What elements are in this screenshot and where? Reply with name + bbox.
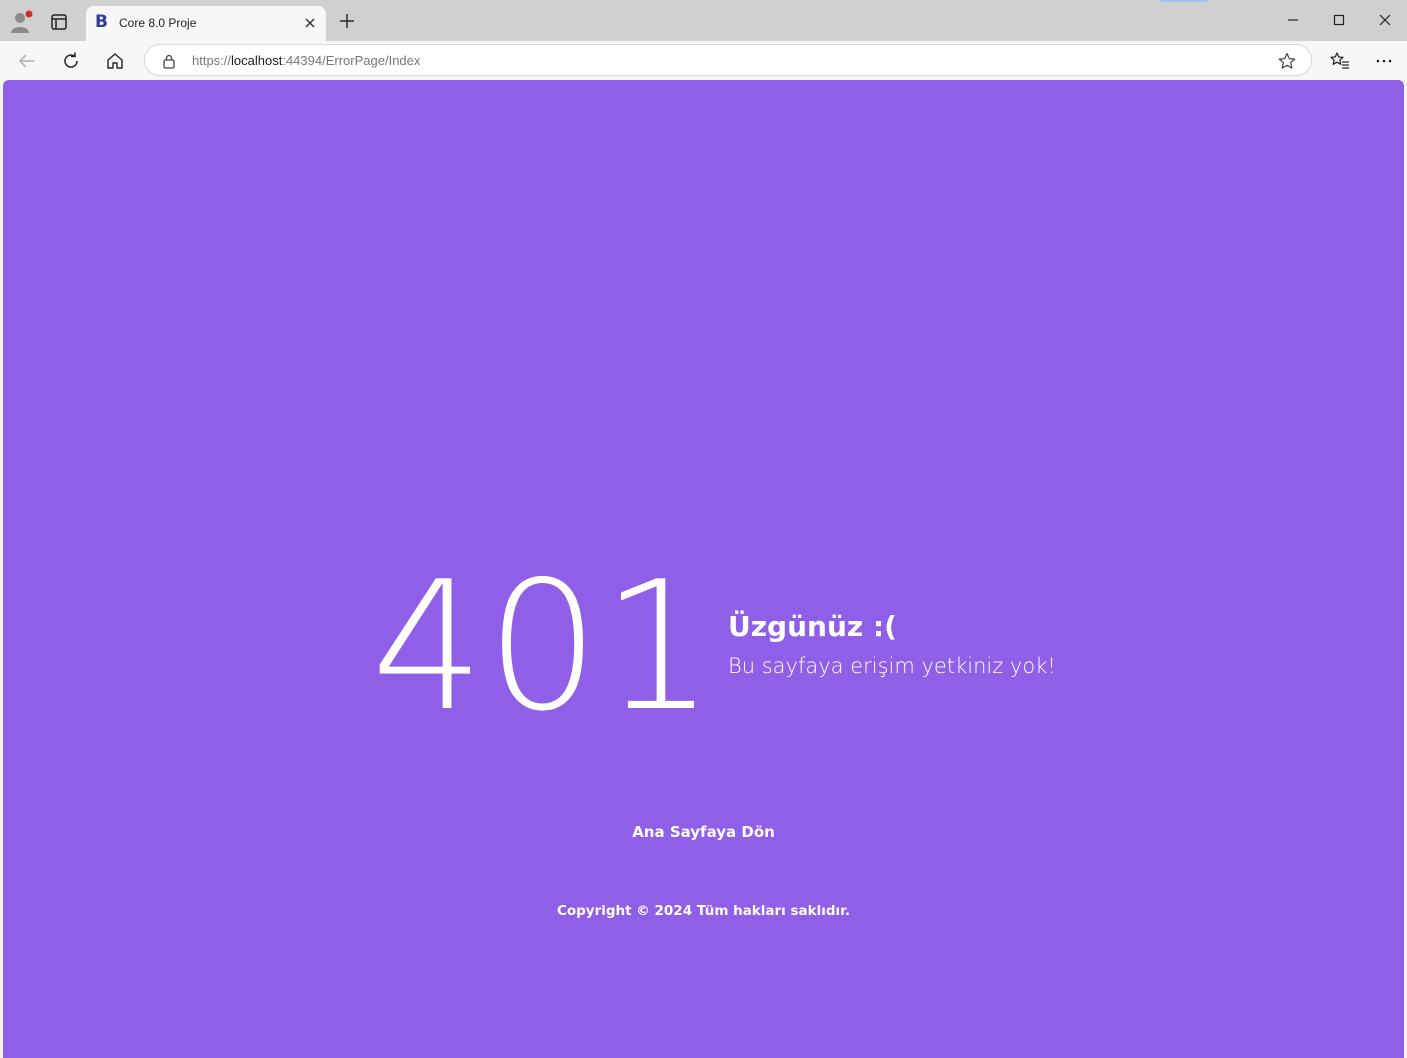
close-window-button[interactable] (1375, 10, 1395, 30)
browser-tab[interactable]: B Core 8.0 Proje (86, 6, 326, 41)
minimize-icon (1288, 19, 1298, 21)
copyright-text: Copyright © 2024 Tüm hakları saklıdır. (556, 903, 851, 919)
lock-icon[interactable] (162, 53, 176, 69)
browser-toolbar: https://localhost:44394/ErrorPage/Index (0, 41, 1407, 80)
browser-title-bar: B Core 8.0 Proje (0, 0, 1407, 41)
error-message: Bu sayfaya erişim yetkiniz yok! (728, 654, 1056, 678)
refresh-icon (64, 52, 78, 68)
error-heading: Üzgünüz :( (728, 610, 897, 643)
favorite-star-button[interactable] (1277, 51, 1297, 71)
plus-icon (340, 14, 354, 28)
refresh-button[interactable] (60, 50, 82, 72)
home-icon (107, 53, 123, 69)
url-path: :44394/ErrorPage/Index (282, 53, 421, 68)
ellipsis-icon (1376, 59, 1392, 63)
url-host: localhost (231, 53, 283, 68)
maximize-icon (1333, 14, 1345, 26)
address-bar[interactable]: https://localhost:44394/ErrorPage/Index (144, 44, 1312, 76)
back-to-home-link[interactable]: Ana Sayfaya Dön (632, 823, 775, 841)
page-viewport: 401 Üzgünüz :( Bu sayfaya erişim yetkini… (3, 80, 1404, 1058)
error-code: 401 (371, 543, 717, 750)
more-button[interactable] (1373, 50, 1395, 72)
star-icon (1278, 52, 1296, 69)
back-button[interactable] (16, 50, 38, 72)
minimize-button[interactable] (1283, 10, 1303, 30)
workspaces-icon[interactable] (48, 11, 70, 33)
profile-icon[interactable] (8, 9, 34, 35)
accent-strip (1161, 0, 1207, 2)
url-protocol: https:// (192, 53, 232, 68)
favorites-button[interactable] (1329, 50, 1351, 72)
home-button[interactable] (104, 50, 126, 72)
back-arrow-icon (18, 54, 34, 68)
tab-title: Core 8.0 Proje (119, 16, 197, 30)
new-tab-button[interactable] (338, 12, 356, 30)
tab-favicon: B (95, 12, 108, 32)
url-text[interactable]: https://localhost:44394/ErrorPage/Index (192, 53, 420, 68)
close-icon[interactable] (302, 15, 318, 31)
close-icon (1379, 14, 1391, 26)
favorites-icon (1330, 52, 1349, 69)
home-link-row: Ana Sayfaya Dön (3, 823, 1404, 841)
maximize-button[interactable] (1329, 10, 1349, 30)
